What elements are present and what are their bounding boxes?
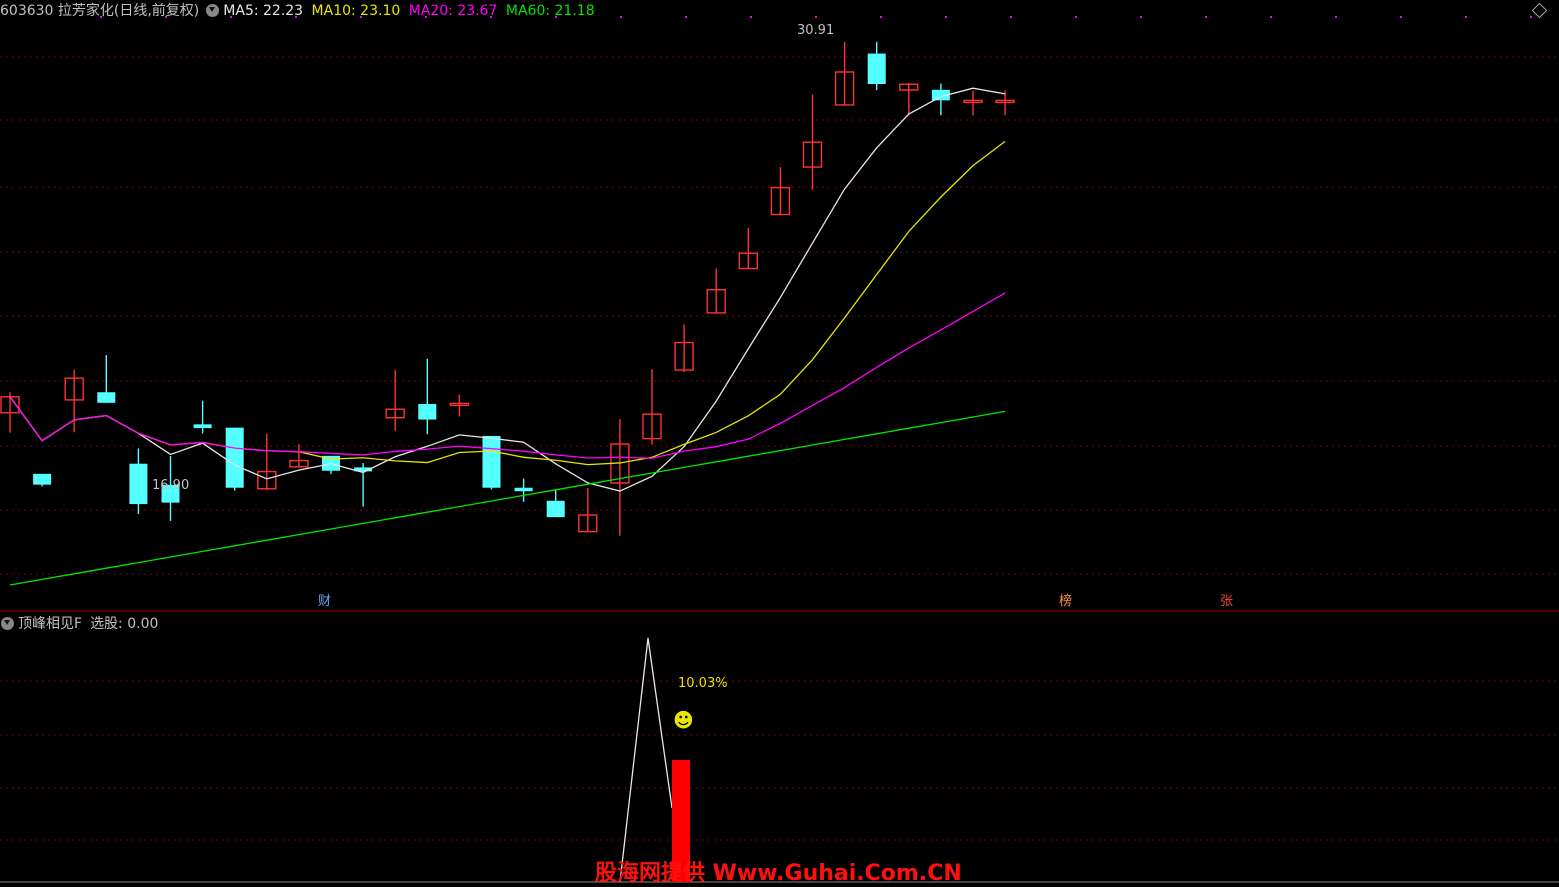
candle-body xyxy=(546,500,565,518)
candle-body xyxy=(97,392,116,403)
dropdown-icon[interactable] xyxy=(1,617,14,630)
candlestick-chart xyxy=(0,16,1559,883)
ref-dot xyxy=(1010,16,1012,18)
watermark: 股海网提供 Www.Guhai.Com.CN xyxy=(595,861,962,886)
marker-finance[interactable]: 财 xyxy=(316,594,333,610)
marker-rank[interactable]: 榜 xyxy=(1057,594,1074,610)
candle-body xyxy=(867,53,886,85)
candle-body xyxy=(193,424,212,429)
stock-title[interactable]: 603630 拉芳家化(日线,前复权) xyxy=(0,3,199,19)
ma5-value: MA5: 22.23 xyxy=(223,3,304,19)
ref-dot xyxy=(880,16,882,18)
ma20-line xyxy=(9,292,1006,459)
low-price-label: 16.90 xyxy=(152,478,190,493)
high-price-label: 30.91 xyxy=(797,23,835,38)
ref-dot xyxy=(1465,16,1467,18)
ma5-line xyxy=(9,87,1006,492)
ref-dot xyxy=(1075,16,1077,18)
indicator-value: 选股: 0.00 xyxy=(90,616,159,632)
ma60-value: MA60: 21.18 xyxy=(505,3,595,19)
marker-limit-up[interactable]: 张 xyxy=(1218,594,1235,610)
ma10-line xyxy=(9,140,1006,466)
dropdown-icon[interactable] xyxy=(206,4,220,17)
smiley-icon: ☻ xyxy=(673,708,694,732)
candle-body xyxy=(514,487,533,492)
chart-header: 603630 拉芳家化(日线,前复权) MA5: 22.23 MA10: 23.1… xyxy=(0,0,599,22)
ref-dot xyxy=(1140,16,1142,18)
pct-label: 10.03% xyxy=(678,676,728,691)
ma10-value: MA10: 23.10 xyxy=(311,3,401,19)
candle-body xyxy=(225,427,244,488)
candle-body xyxy=(418,404,437,420)
ref-dot xyxy=(620,16,622,18)
ref-dot xyxy=(750,16,752,18)
candle-body xyxy=(33,473,52,485)
indicator-name[interactable]: 顶峰相见F xyxy=(18,616,82,632)
indicator-peak-line xyxy=(619,637,673,883)
indicator-header: 顶峰相见F 选股: 0.00 xyxy=(0,613,158,635)
ref-dot xyxy=(1270,16,1272,18)
ma20-value: MA20: 23.67 xyxy=(408,3,498,19)
candle-body xyxy=(129,463,148,505)
ref-dot xyxy=(1530,16,1532,18)
ref-dot xyxy=(1205,16,1207,18)
ref-dot xyxy=(1400,16,1402,18)
ma60-line xyxy=(9,410,1006,586)
ref-dot xyxy=(685,16,687,18)
candle-body xyxy=(482,435,501,488)
ref-dot xyxy=(1335,16,1337,18)
ref-dot xyxy=(815,16,817,18)
ref-dot xyxy=(945,16,947,18)
